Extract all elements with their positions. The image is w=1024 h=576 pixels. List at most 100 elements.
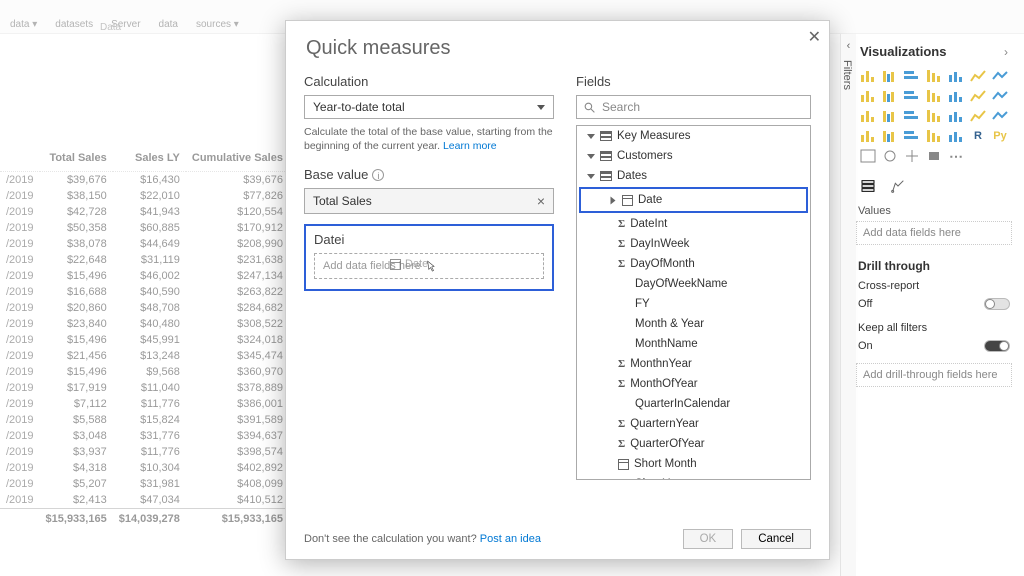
viz-type[interactable] (880, 127, 900, 145)
calculation-label: Calculation (304, 74, 554, 89)
dialog-footer: Don't see the calculation you want? Post… (304, 529, 811, 549)
viz-type[interactable] (946, 67, 966, 85)
drag-ghost: Date (390, 258, 428, 270)
fields-search-input[interactable]: Search (576, 95, 811, 119)
visualizations-title: Visualizations (860, 44, 946, 59)
clear-icon[interactable]: × (537, 193, 545, 209)
values-well[interactable]: Add data fields here (856, 221, 1012, 245)
tree-field[interactable]: ΣDayOfMonth (577, 254, 810, 274)
cross-report-toggle[interactable] (984, 298, 1010, 310)
viz-type[interactable] (858, 147, 878, 165)
ok-button[interactable]: OK (683, 529, 734, 549)
viz-type[interactable] (968, 67, 988, 85)
viz-type[interactable] (924, 67, 944, 85)
viz-type[interactable] (880, 87, 900, 105)
tree-table-dates[interactable]: Dates (577, 166, 810, 186)
tree-field[interactable]: MonthName (577, 334, 810, 354)
fields-label: Fields (576, 74, 811, 89)
viz-type[interactable] (990, 67, 1010, 85)
cancel-button[interactable]: Cancel (741, 529, 811, 549)
learn-more-link[interactable]: Learn more (443, 140, 497, 152)
filters-pane-collapsed[interactable]: ‹ Filters (840, 34, 856, 576)
base-value-field: Total Sales (313, 194, 372, 208)
viz-type[interactable] (990, 87, 1010, 105)
keep-filters-state: On (858, 340, 873, 352)
tree-field[interactable]: QuarterInCalendar (577, 394, 810, 414)
sigma-icon: Σ (618, 358, 625, 370)
viz-type[interactable] (924, 127, 944, 145)
tree-field[interactable]: ShortYear (577, 474, 810, 480)
values-label: Values (856, 199, 1012, 219)
fields-tab[interactable] (858, 177, 878, 195)
viz-type[interactable] (924, 87, 944, 105)
keep-filters-label: Keep all filters (858, 322, 927, 334)
viz-type[interactable] (968, 107, 988, 125)
viz-type[interactable] (858, 127, 878, 145)
chevron-right-icon[interactable]: › (1004, 45, 1008, 59)
viz-type[interactable] (902, 107, 922, 125)
close-icon[interactable]: ✕ (808, 27, 821, 47)
date-drop-zone[interactable]: Add data fields here Date (314, 253, 544, 279)
calculation-select[interactable]: Year-to-date total (304, 95, 554, 119)
viz-gallery: RPy ⋯ (856, 65, 1012, 167)
sigma-icon: Σ (618, 218, 625, 230)
tree-field[interactable]: ΣDateInt (577, 214, 810, 234)
base-value-label: Base valuei (304, 167, 554, 182)
viz-type[interactable] (924, 147, 944, 165)
tree-field[interactable]: ΣDayInWeek (577, 234, 810, 254)
tree-field[interactable]: ΣQuarternYear (577, 414, 810, 434)
filters-label: Filters (841, 52, 853, 98)
calendar-icon (618, 459, 629, 470)
table-icon (600, 131, 612, 141)
viz-type[interactable] (946, 127, 966, 145)
tree-table[interactable]: Customers (577, 146, 810, 166)
viz-type[interactable] (902, 87, 922, 105)
viz-type[interactable] (946, 87, 966, 105)
post-idea-link[interactable]: Post an idea (480, 533, 541, 545)
chevron-down-icon (537, 105, 545, 110)
calendar-icon (622, 195, 633, 206)
tree-field[interactable]: DayOfWeekName (577, 274, 810, 294)
dialog-title: Quick measures (286, 21, 829, 74)
viz-type[interactable] (858, 87, 878, 105)
viz-type[interactable]: ⋯ (946, 147, 966, 165)
viz-type[interactable] (902, 67, 922, 85)
cross-report-label: Cross-report (858, 280, 919, 292)
fields-tree[interactable]: Key MeasuresCustomersDatesDateΣDateIntΣD… (576, 125, 811, 480)
info-icon[interactable]: i (372, 169, 384, 181)
viz-type[interactable] (880, 67, 900, 85)
viz-type[interactable]: R (968, 127, 988, 145)
footer-text: Don't see the calculation you want? (304, 533, 477, 545)
format-tab[interactable] (888, 177, 908, 195)
sigma-icon: Σ (618, 378, 625, 390)
tree-field[interactable]: ΣQuarterOfYear (577, 434, 810, 454)
tree-field[interactable]: ΣMonthOfYear (577, 374, 810, 394)
viz-tabs (856, 167, 1012, 199)
base-value-well[interactable]: Total Sales × (304, 188, 554, 214)
viz-type[interactable] (902, 127, 922, 145)
sigma-icon: Σ (618, 238, 625, 250)
viz-type[interactable] (880, 107, 900, 125)
viz-type[interactable]: Py (990, 127, 1010, 145)
viz-type[interactable] (946, 107, 966, 125)
keep-filters-toggle[interactable] (984, 340, 1010, 352)
table-icon (600, 151, 612, 161)
info-icon[interactable]: i (341, 232, 344, 247)
tree-field-date[interactable]: Date (579, 187, 808, 213)
tree-field[interactable]: Month & Year (577, 314, 810, 334)
viz-type[interactable] (902, 147, 922, 165)
tree-field[interactable]: Short Month (577, 454, 810, 474)
sigma-icon: Σ (618, 258, 625, 270)
viz-type[interactable] (858, 107, 878, 125)
viz-type[interactable] (990, 107, 1010, 125)
tree-field[interactable]: ΣMonthnYear (577, 354, 810, 374)
viz-type[interactable] (924, 107, 944, 125)
viz-type[interactable] (858, 67, 878, 85)
table-icon (600, 171, 612, 181)
tree-table[interactable]: Key Measures (577, 126, 810, 146)
tree-field[interactable]: FY (577, 294, 810, 314)
viz-type[interactable] (968, 87, 988, 105)
viz-type[interactable] (880, 147, 900, 165)
date-label: Datei (314, 232, 544, 247)
drill-through-well[interactable]: Add drill-through fields here (856, 363, 1012, 387)
